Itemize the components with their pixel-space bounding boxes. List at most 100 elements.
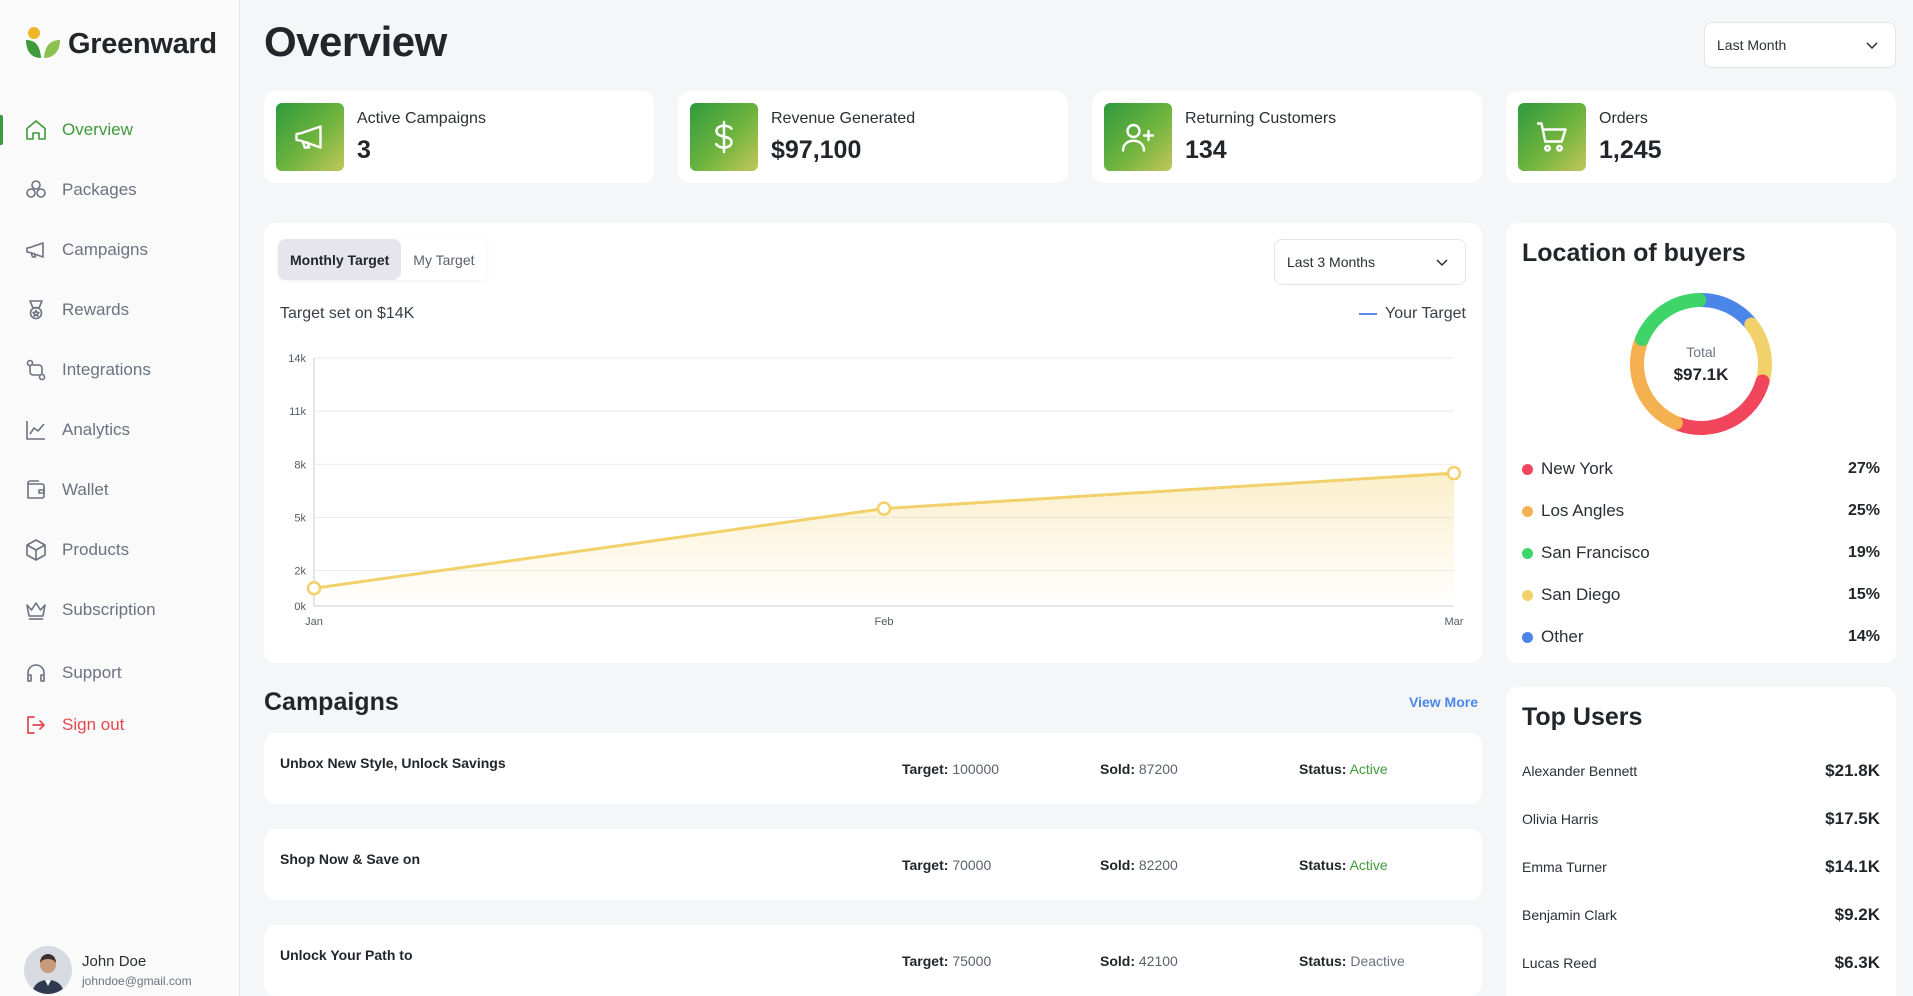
stat-value: 1,245 — [1599, 135, 1662, 164]
sidebar-item-rewards[interactable]: Rewards — [0, 280, 240, 340]
megaphone-icon — [26, 242, 44, 258]
top-user-name: Olivia Harris — [1522, 811, 1599, 827]
chart-data-point[interactable] — [1446, 465, 1462, 481]
sidebar-item-label: Integrations — [62, 360, 151, 379]
sidebar-item-label: Overview — [62, 120, 133, 139]
sidebar-item-label: Support — [62, 663, 122, 682]
leaf-logo-icon — [26, 27, 60, 58]
legend-dot — [1522, 505, 1533, 517]
donut-center: Total $97.1K — [1628, 291, 1774, 437]
packages-icon — [26, 180, 46, 198]
sidebar-item-label: Products — [62, 540, 130, 559]
y-tick-label: 2k — [294, 566, 306, 578]
chart-legend: Your Target — [1359, 305, 1466, 323]
period-select[interactable]: Last Month — [1704, 22, 1896, 68]
campaign-target: Target: 100000 — [902, 761, 1000, 777]
campaign-row[interactable]: Shop Now & Save on Target: 70000 Sold: 8… — [264, 829, 1482, 900]
list-item[interactable]: Olivia Harris $17.5K — [1522, 795, 1880, 843]
sidebar-item-products[interactable]: Products — [0, 520, 240, 580]
top-users-title: Top Users — [1522, 703, 1643, 731]
location-list: New York 27% Los Angles 25% San Francisc… — [1522, 448, 1880, 658]
view-more-link[interactable]: View More — [1409, 694, 1478, 710]
legend-label: Your Target — [1385, 305, 1466, 322]
wallet-icon — [27, 480, 45, 499]
campaign-row[interactable]: Unbox New Style, Unlock Savings Target: … — [264, 733, 1482, 804]
signout-label: Sign out — [62, 715, 125, 734]
sidebar-item-campaigns[interactable]: Campaigns — [0, 220, 240, 280]
stat-icon-box — [690, 103, 758, 171]
sidebar-item-subscription[interactable]: Subscription — [0, 580, 240, 640]
chevron-down-icon — [1436, 259, 1448, 267]
sidebar-item-packages[interactable]: Packages — [0, 160, 240, 220]
dollar-icon — [714, 120, 733, 154]
location-card: Location of buyers Total $97.1K New York… — [1506, 223, 1896, 663]
list-item[interactable]: Benjamin Clark $9.2K — [1522, 891, 1880, 939]
tab-my-target[interactable]: My Target — [401, 239, 486, 280]
user-profile[interactable]: John Doe johndoe@gmail.com — [24, 946, 192, 994]
location-row: San Diego 15% — [1522, 574, 1880, 616]
user-name: John Doe — [82, 952, 147, 970]
location-name: San Diego — [1541, 585, 1621, 604]
headset-icon — [27, 664, 45, 682]
integrations-icon — [26, 359, 46, 381]
top-user-name: Lucas Reed — [1522, 955, 1597, 971]
sidebar: Greenward Overview Packages Campaigns Re… — [0, 0, 240, 996]
location-pct: 14% — [1847, 628, 1880, 645]
sidebar-item-analytics[interactable]: Analytics — [0, 400, 240, 460]
sidebar-item-label: Packages — [62, 180, 137, 199]
y-tick-label: 5k — [294, 512, 306, 524]
sidebar-item-integrations[interactable]: Integrations — [0, 340, 240, 400]
medal-icon — [29, 300, 43, 320]
list-item[interactable]: Lucas Reed $6.3K — [1522, 939, 1880, 987]
range-select[interactable]: Last 3 Months — [1274, 239, 1466, 285]
campaign-status: Status: Active — [1299, 857, 1388, 873]
campaign-name: Unlock Your Path to — [280, 947, 413, 963]
stat-icon-box — [1104, 103, 1172, 171]
chart-data-point[interactable] — [876, 501, 892, 516]
home-icon — [26, 120, 46, 140]
sidebar-item-overview[interactable]: Overview — [0, 100, 240, 160]
stat-label: Returning Customers — [1185, 109, 1337, 127]
campaigns-title: Campaigns — [264, 688, 399, 716]
tab-monthly-target[interactable]: Monthly Target — [278, 239, 402, 280]
target-chart-card: Monthly Target My Target Last 3 Months T… — [264, 223, 1482, 663]
list-item[interactable]: Emma Turner $14.1K — [1522, 843, 1880, 891]
signout-button[interactable]: Sign out — [0, 699, 240, 751]
crown-icon — [26, 602, 46, 620]
sidebar-item-wallet[interactable]: Wallet — [0, 460, 240, 520]
y-tick-label: 11k — [289, 406, 306, 418]
campaign-name: Unbox New Style, Unlock Savings — [280, 755, 506, 771]
user-plus-icon — [1121, 123, 1155, 152]
stat-label: Active Campaigns — [357, 109, 486, 127]
megaphone-icon — [295, 125, 322, 149]
location-row: Other 14% — [1522, 616, 1880, 658]
brand-name: Greenward — [68, 27, 217, 60]
campaign-name: Shop Now & Save on — [280, 851, 421, 867]
user-email: johndoe@gmail.com — [82, 973, 192, 988]
location-pct: 15% — [1847, 586, 1880, 603]
sidebar-item-support[interactable]: Support — [0, 647, 240, 699]
top-user-name: Benjamin Clark — [1522, 907, 1617, 923]
top-users-list: Alexander Bennett $21.8K Olivia Harris $17… — [1522, 747, 1880, 987]
sidebar-item-label: Analytics — [62, 420, 131, 439]
sidebar-nav: Overview Packages Campaigns Rewards Inte… — [0, 100, 240, 640]
location-row: San Francisco 19% — [1522, 532, 1880, 574]
campaign-row[interactable]: Unlock Your Path to Target: 75000 Sold: … — [264, 925, 1482, 996]
stat-icon-box — [1518, 103, 1586, 171]
list-item[interactable]: Alexander Bennett $21.8K — [1522, 747, 1880, 795]
stat-value: $97,100 — [771, 135, 862, 164]
location-pct: 25% — [1847, 502, 1880, 519]
stat-card-revenue: Revenue Generated $97,100 — [678, 91, 1068, 183]
campaign-target: Target: 75000 — [902, 953, 992, 969]
stat-value: 134 — [1185, 135, 1227, 164]
x-tick-label: Feb — [875, 616, 894, 628]
location-name: Other — [1541, 627, 1584, 646]
legend-dot — [1522, 463, 1533, 475]
top-user-amount: $14.1K — [1825, 857, 1880, 876]
chart-data-point[interactable] — [306, 581, 322, 596]
y-tick-label: 0k — [294, 601, 306, 613]
campaign-status: Status: Deactive — [1299, 953, 1405, 969]
top-user-name: Emma Turner — [1522, 859, 1607, 875]
stat-value: 3 — [357, 135, 371, 164]
brand-logo[interactable]: Greenward — [24, 26, 217, 62]
